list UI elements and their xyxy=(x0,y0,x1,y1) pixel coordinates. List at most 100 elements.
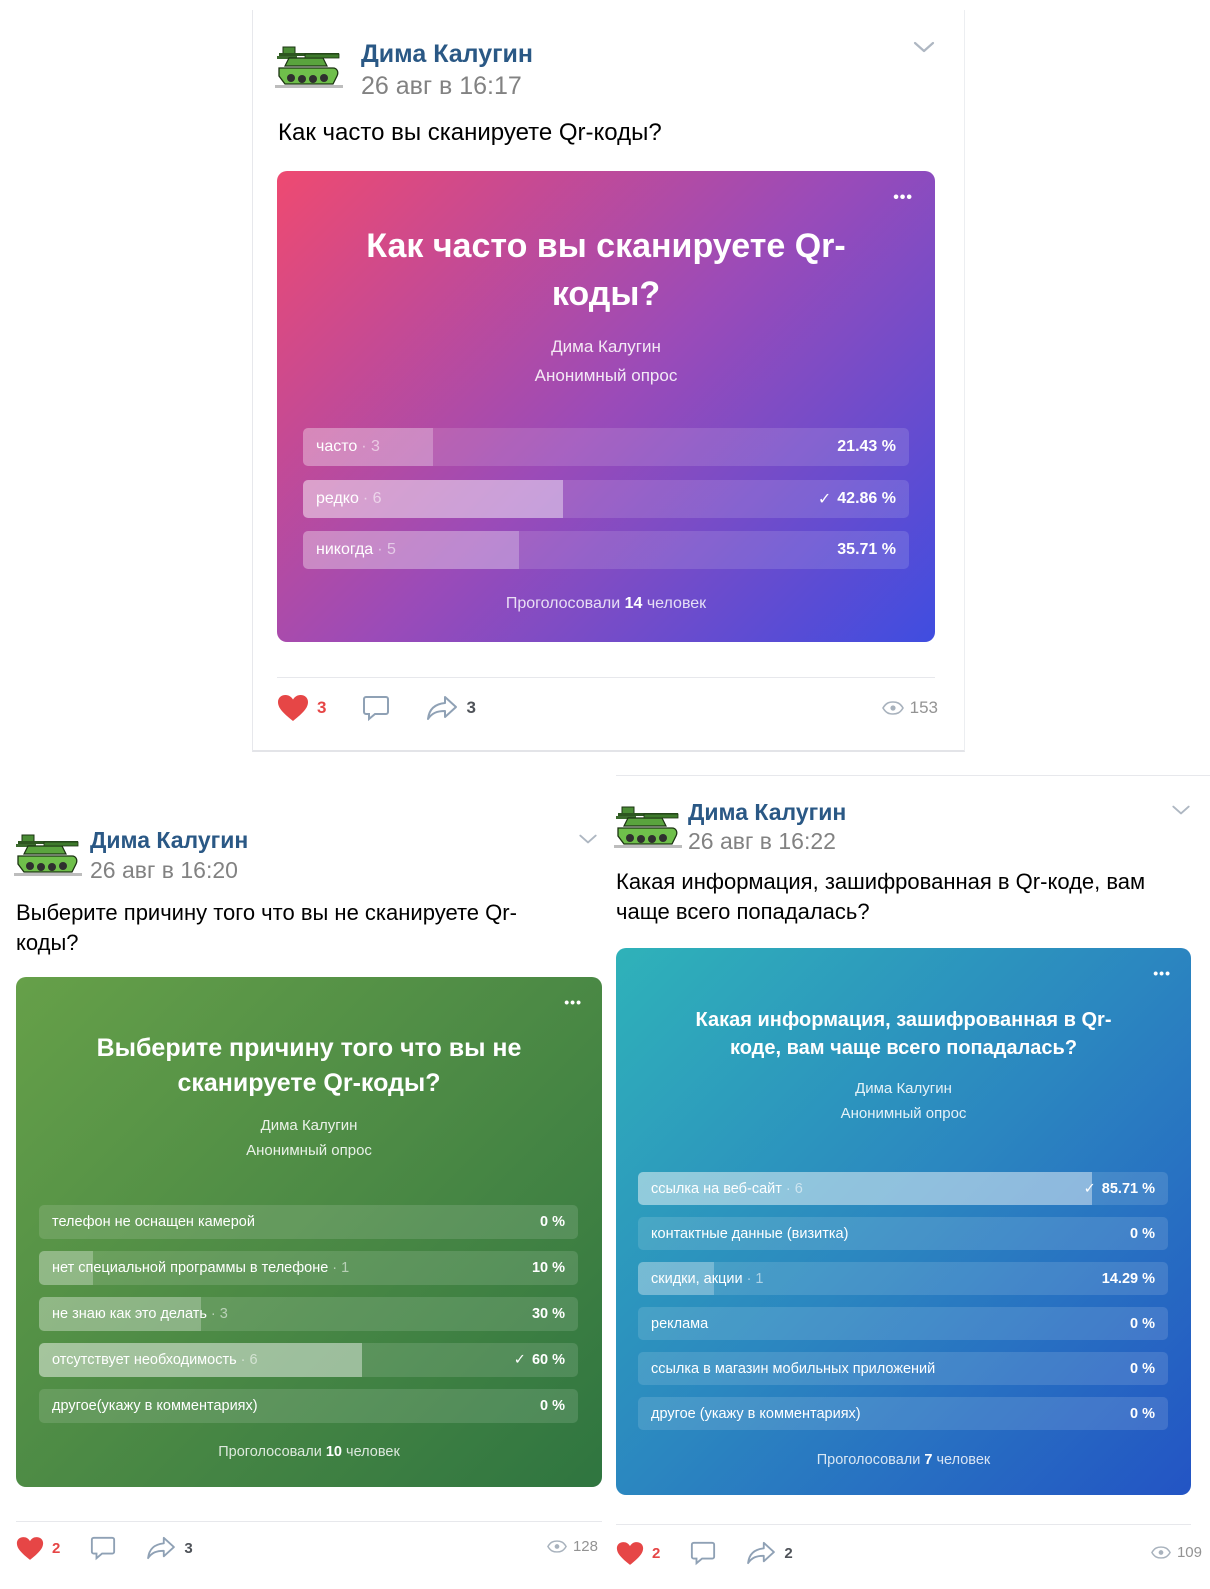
like-button[interactable]: 2 xyxy=(616,1541,660,1566)
poll-option[interactable]: ссылка в магазин мобильных приложений 0 % xyxy=(638,1352,1168,1385)
post-card: Дима Калугин 26 авг в 16:22 Какая информ… xyxy=(614,775,1210,1589)
poll-author[interactable]: Дима Калугин xyxy=(616,1080,1191,1097)
poll-option[interactable]: не знаю как это делать · 3 30 % xyxy=(39,1297,578,1331)
comment-icon xyxy=(691,1541,716,1566)
poll-option[interactable]: другое(укажу в комментариях) 0 % xyxy=(39,1389,578,1423)
views-count: 153 xyxy=(909,698,938,717)
comment-button[interactable] xyxy=(690,1540,716,1566)
more-dots-icon[interactable]: ••• xyxy=(1153,966,1171,980)
poll-option[interactable]: реклама 0 % xyxy=(638,1307,1168,1340)
poll-option-label: не знаю как это делать xyxy=(52,1306,207,1322)
poll-option-count: · 3 xyxy=(210,1306,228,1322)
poll-option-percent: 35.71 % xyxy=(837,541,896,558)
more-dots-icon[interactable]: ••• xyxy=(893,190,913,206)
poll-option-count: · 5 xyxy=(377,541,396,558)
tank-avatar-icon[interactable] xyxy=(14,830,82,878)
post-date[interactable]: 26 авг в 16:20 xyxy=(90,857,238,884)
poll-option-percent: 60 % xyxy=(531,1352,565,1368)
chevron-down-icon[interactable] xyxy=(578,832,598,850)
poll-total-votes[interactable]: Проголосовали 7 человек xyxy=(616,1452,1191,1468)
author-name[interactable]: Дима Калугин xyxy=(90,827,248,854)
checkmark-icon: ✓ xyxy=(513,1352,526,1368)
views-count: 128 xyxy=(572,1538,598,1555)
share-button[interactable]: 3 xyxy=(146,1536,193,1560)
poll-option-count: · 1 xyxy=(746,1270,764,1287)
comment-button[interactable] xyxy=(362,694,390,722)
share-count: 3 xyxy=(466,698,476,717)
post-actions: 2 3 xyxy=(16,1535,193,1561)
like-count: 2 xyxy=(652,1544,661,1562)
poll-card: ••• Какая информация, зашифрованная в Qr… xyxy=(616,948,1191,1495)
poll-author[interactable]: Дима Калугин xyxy=(277,337,935,357)
post-question: Какая информация, зашифрованная в Qr-код… xyxy=(616,869,1146,924)
poll-option-label: ссылка на веб-сайт xyxy=(651,1180,782,1197)
post-question: Как часто вы сканируете Qr-коды? xyxy=(278,119,662,146)
post-actions: 2 2 xyxy=(616,1540,793,1566)
poll-total-votes[interactable]: Проголосовали 10 человек xyxy=(16,1444,602,1460)
tank-avatar-icon[interactable] xyxy=(275,42,343,90)
poll-option-label: телефон не оснащен камерой xyxy=(52,1214,255,1230)
poll-option-count: · 6 xyxy=(785,1180,803,1197)
eye-icon xyxy=(1151,1546,1171,1559)
tank-avatar-icon[interactable] xyxy=(614,802,682,850)
comment-icon xyxy=(91,1536,116,1561)
post-date[interactable]: 26 авг в 16:17 xyxy=(361,72,522,101)
poll-option[interactable]: никогда · 5 35.71 % xyxy=(303,531,909,569)
poll-option-label: ссылка в магазин мобильных приложений xyxy=(651,1360,936,1377)
post-actions: 3 3 xyxy=(277,694,476,722)
poll-option[interactable]: редко · 6 ✓ 42.86 % xyxy=(303,479,909,518)
checkmark-icon: ✓ xyxy=(817,490,832,508)
poll-author[interactable]: Дима Калугин xyxy=(16,1117,602,1134)
poll-option-label: нет специальной программы в телефоне xyxy=(52,1260,329,1276)
views-counter: 109 xyxy=(1151,1544,1202,1561)
post-card: Дима Калугин 26 авг в 16:20 Выберите при… xyxy=(0,805,610,1589)
chevron-down-icon[interactable] xyxy=(913,40,935,59)
eye-icon xyxy=(881,701,904,715)
poll-type: Анонимный опрос xyxy=(534,366,678,385)
author-name[interactable]: Дима Калугин xyxy=(361,40,533,69)
post-date[interactable]: 26 авг в 16:22 xyxy=(688,828,836,855)
poll-option[interactable]: скидки, акции · 1 14.29 % xyxy=(638,1262,1168,1295)
eye-icon xyxy=(547,1540,567,1553)
views-counter: 128 xyxy=(547,1538,598,1555)
heart-icon xyxy=(278,695,308,721)
poll-option[interactable]: нет специальной программы в телефоне · 1 1… xyxy=(39,1251,578,1285)
poll-total-votes[interactable]: Проголосовали 14 человек xyxy=(277,595,935,613)
poll-option-label: скидки, акции xyxy=(651,1270,743,1287)
poll-option-label: другое(укажу в комментариях) xyxy=(52,1398,258,1414)
poll-option[interactable]: другое (укажу в комментариях) 0 % xyxy=(638,1397,1168,1430)
poll-option[interactable]: контактные данные (визитка) 0 % xyxy=(638,1217,1168,1250)
share-icon xyxy=(427,696,458,720)
views-count: 109 xyxy=(1176,1544,1202,1561)
poll-option-label: другое (укажу в комментариях) xyxy=(651,1405,861,1422)
poll-option-percent: 14.29 % xyxy=(1101,1270,1155,1287)
poll-option-label: никогда xyxy=(316,541,374,558)
heart-icon xyxy=(16,1536,44,1560)
poll-card: ••• Как часто вы сканируете Qr-коды? Дим… xyxy=(277,171,935,642)
poll-option-percent: 30 % xyxy=(531,1306,565,1322)
share-button[interactable]: 2 xyxy=(746,1541,793,1565)
share-count: 2 xyxy=(784,1544,793,1562)
poll-option-percent: 0 % xyxy=(540,1398,565,1414)
poll-option-percent: 0 % xyxy=(1130,1405,1155,1422)
chevron-down-icon[interactable] xyxy=(1171,803,1191,821)
poll-title: Выберите причину того что вы не сканируе… xyxy=(96,1034,522,1097)
share-icon xyxy=(147,1536,176,1560)
share-count: 3 xyxy=(184,1539,193,1557)
poll-option[interactable]: отсутствует необходимость · 6 ✓ 60 % xyxy=(39,1343,578,1377)
poll-option-label: редко xyxy=(316,489,359,507)
poll-option[interactable]: часто · 3 21.43 % xyxy=(303,428,909,466)
share-button[interactable]: 3 xyxy=(426,695,476,721)
share-icon xyxy=(747,1541,776,1565)
views-counter: 153 xyxy=(881,698,938,718)
author-name[interactable]: Дима Калугин xyxy=(688,799,846,826)
like-button[interactable]: 3 xyxy=(277,694,326,722)
more-dots-icon[interactable]: ••• xyxy=(564,995,582,1009)
poll-option[interactable]: ссылка на веб-сайт · 6 ✓ 85.71 % xyxy=(638,1172,1168,1205)
like-count: 2 xyxy=(52,1539,61,1557)
poll-option[interactable]: телефон не оснащен камерой 0 % xyxy=(39,1205,578,1239)
poll-option-percent: 0 % xyxy=(540,1214,565,1230)
poll-option-count: · 6 xyxy=(362,489,382,507)
comment-button[interactable] xyxy=(90,1535,116,1561)
like-button[interactable]: 2 xyxy=(16,1536,60,1561)
